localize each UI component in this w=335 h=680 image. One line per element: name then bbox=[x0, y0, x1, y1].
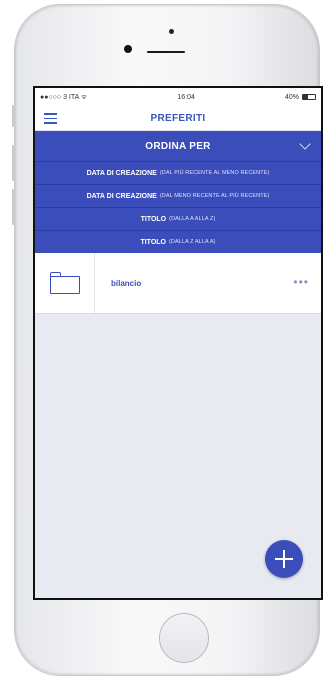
front-camera bbox=[169, 29, 174, 34]
sort-header[interactable]: ORDINA PER bbox=[35, 131, 321, 161]
status-bar: ●●○○○ 3 ITA ᯤ 16:04 40% bbox=[35, 88, 321, 106]
folder-icon bbox=[49, 272, 80, 294]
sort-option-date-newest[interactable]: DATA DI CREAZIONE (DAL PIÙ RECENTE AL ME… bbox=[35, 161, 321, 184]
sort-option-title-za[interactable]: TITOLO (DALLA Z ALLA A) bbox=[35, 230, 321, 253]
earpiece-speaker bbox=[147, 51, 185, 53]
volume-up-button bbox=[12, 145, 15, 181]
battery-percent: 40% bbox=[284, 93, 299, 101]
battery-icon bbox=[301, 94, 316, 100]
proximity-sensor bbox=[124, 45, 132, 53]
folder-name: bilancio bbox=[111, 278, 142, 288]
sort-option-date-oldest[interactable]: DATA DI CREAZIONE (DAL MENO RECENTE AL P… bbox=[35, 184, 321, 207]
app-screen: ●●○○○ 3 ITA ᯤ 16:04 40% PREFERITI ORDINA… bbox=[33, 86, 323, 600]
sort-option-detail: (DAL MENO RECENTE AL PIÙ RECENTE) bbox=[159, 193, 270, 199]
sort-panel: ORDINA PER DATA DI CREAZIONE (DAL PIÙ RE… bbox=[35, 131, 321, 253]
add-button[interactable] bbox=[265, 540, 303, 578]
mute-switch bbox=[12, 105, 15, 127]
sort-option-label: DATA DI CREAZIONE bbox=[86, 192, 157, 200]
volume-down-button bbox=[12, 189, 15, 225]
carrier-signal: ●●○○○ 3 ITA ᯤ bbox=[40, 93, 88, 101]
page-title: PREFERITI bbox=[150, 112, 206, 124]
home-button[interactable] bbox=[159, 613, 209, 663]
sort-option-detail: (DAL PIÙ RECENTE AL MENO RECENTE) bbox=[159, 170, 270, 176]
more-options-icon[interactable]: ••• bbox=[293, 276, 309, 288]
sort-option-label: DATA DI CREAZIONE bbox=[86, 169, 157, 177]
list-item[interactable]: bilancio ••• bbox=[35, 253, 321, 314]
sort-option-label: TITOLO bbox=[140, 238, 166, 246]
folder-icon-container bbox=[35, 253, 95, 313]
chevron-down-icon[interactable] bbox=[299, 138, 311, 150]
hamburger-icon[interactable] bbox=[44, 113, 57, 124]
sort-header-label: ORDINA PER bbox=[145, 140, 211, 152]
sort-option-label: TITOLO bbox=[140, 215, 167, 223]
status-right: 40% bbox=[285, 94, 316, 101]
status-time: 16:04 bbox=[177, 93, 195, 101]
nav-bar: PREFERITI bbox=[35, 106, 321, 131]
sort-option-detail: (DALLA Z ALLA A) bbox=[169, 239, 216, 245]
sort-option-detail: (DALLA A ALLA Z) bbox=[169, 216, 216, 222]
sort-option-title-az[interactable]: TITOLO (DALLA A ALLA Z) bbox=[35, 207, 321, 230]
